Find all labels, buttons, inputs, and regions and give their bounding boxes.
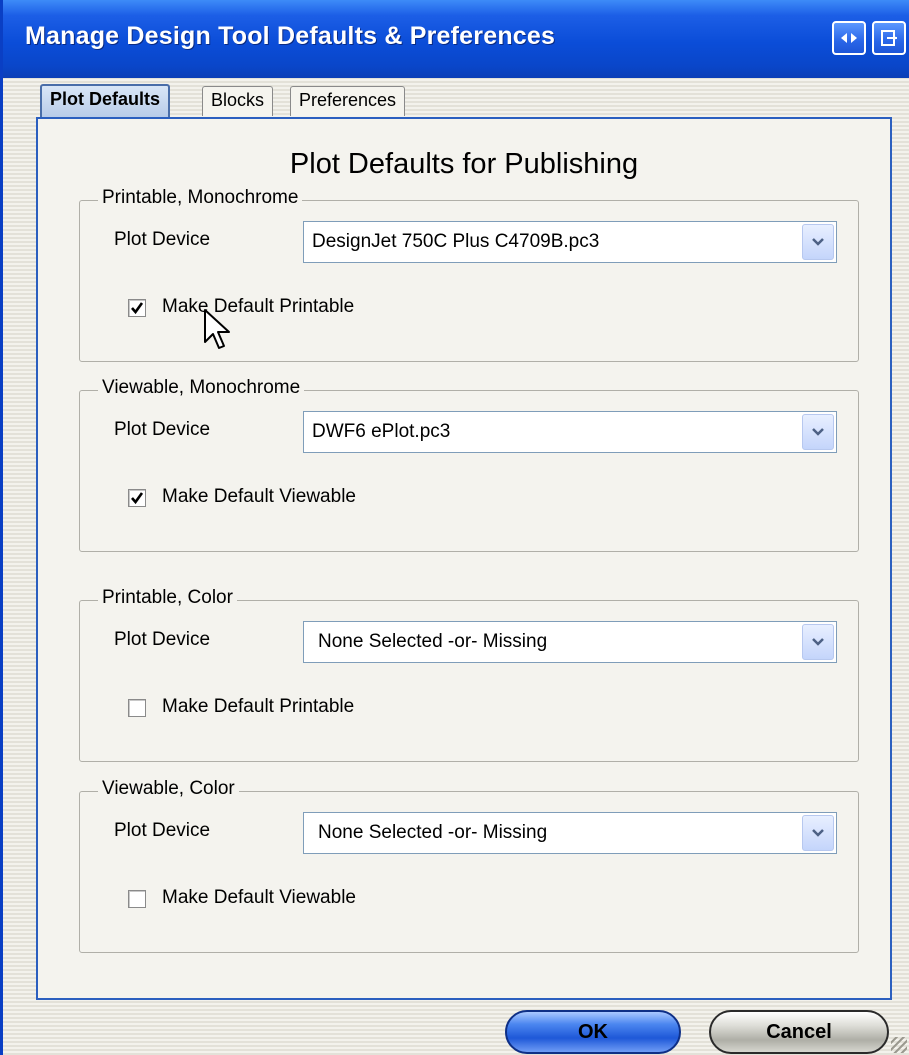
arrows-left-right-icon[interactable] — [832, 21, 866, 55]
cancel-button[interactable]: Cancel — [709, 1010, 889, 1054]
plot-device-select[interactable]: None Selected -or- Missing — [303, 621, 837, 663]
window-title: Manage Design Tool Defaults & Preference… — [25, 22, 556, 50]
tab-preferences[interactable]: Preferences — [290, 86, 406, 116]
exit-icon[interactable] — [872, 21, 906, 55]
plot-device-select[interactable]: None Selected -or- Missing — [303, 812, 837, 854]
group-legend: Printable, Monochrome — [98, 187, 303, 209]
mouse-pointer-icon — [204, 309, 230, 349]
plot-device-label: Plot Device — [114, 419, 211, 440]
checkbox-label: Make Default Printable — [162, 696, 355, 717]
make-default-viewable-checkbox[interactable] — [128, 890, 146, 908]
arrows-left-right-icon-glyph — [841, 33, 857, 43]
plot-device-value: DWF6 ePlot.pc3 — [312, 421, 451, 442]
chevron-down-icon[interactable] — [802, 624, 834, 660]
chevron-down-icon[interactable] — [802, 815, 834, 851]
ok-button[interactable]: OK — [505, 1010, 681, 1054]
chevron-down-icon[interactable] — [802, 224, 834, 260]
resize-grip-icon[interactable] — [891, 1037, 907, 1053]
plot-device-value: None Selected -or- Missing — [318, 631, 548, 652]
plot-device-label: Plot Device — [114, 820, 211, 841]
plot-device-value: None Selected -or- Missing — [318, 822, 548, 843]
chevron-down-icon-glyph — [812, 428, 824, 436]
group-legend: Printable, Color — [98, 587, 237, 609]
plot-device-label: Plot Device — [114, 629, 211, 650]
group-legend: Viewable, Color — [98, 778, 239, 800]
panel-heading: Plot Defaults for Publishing — [289, 148, 639, 180]
group-printable-monochrome: Printable, Monochrome Plot Device Design… — [79, 187, 859, 362]
checkbox-label: Make Default Printable — [162, 296, 355, 317]
check-icon — [131, 302, 144, 315]
plot-device-select[interactable]: DWF6 ePlot.pc3 — [303, 411, 837, 453]
chevron-down-icon-glyph — [812, 238, 824, 246]
make-default-printable-checkbox[interactable] — [128, 299, 146, 317]
chevron-down-icon-glyph — [812, 829, 824, 837]
group-legend: Viewable, Monochrome — [98, 377, 305, 399]
exit-icon-glyph — [881, 30, 897, 46]
plot-device-select[interactable]: DesignJet 750C Plus C4709B.pc3 — [303, 221, 837, 263]
tab-plot-defaults[interactable]: Plot Defaults — [40, 84, 171, 118]
title-bar[interactable]: Manage Design Tool Defaults & Preference… — [3, 0, 909, 78]
chevron-down-icon-glyph — [812, 638, 824, 646]
chevron-down-icon[interactable] — [802, 414, 834, 450]
plot-device-label: Plot Device — [114, 229, 211, 250]
checkbox-label: Make Default Viewable — [162, 486, 356, 507]
make-default-printable-checkbox[interactable] — [128, 699, 146, 717]
group-viewable-monochrome: Viewable, Monochrome Plot Device DWF6 eP… — [79, 377, 859, 552]
group-printable-color: Printable, Color Plot Device None Select… — [79, 587, 859, 762]
plot-device-value: DesignJet 750C Plus C4709B.pc3 — [312, 231, 600, 252]
group-viewable-color: Viewable, Color Plot Device None Selecte… — [79, 778, 859, 953]
make-default-viewable-checkbox[interactable] — [128, 489, 146, 507]
dialog-window: Manage Design Tool Defaults & Preference… — [0, 0, 909, 1055]
tab-blocks[interactable]: Blocks — [202, 86, 274, 116]
checkbox-label: Make Default Viewable — [162, 887, 356, 908]
check-icon — [131, 492, 144, 505]
